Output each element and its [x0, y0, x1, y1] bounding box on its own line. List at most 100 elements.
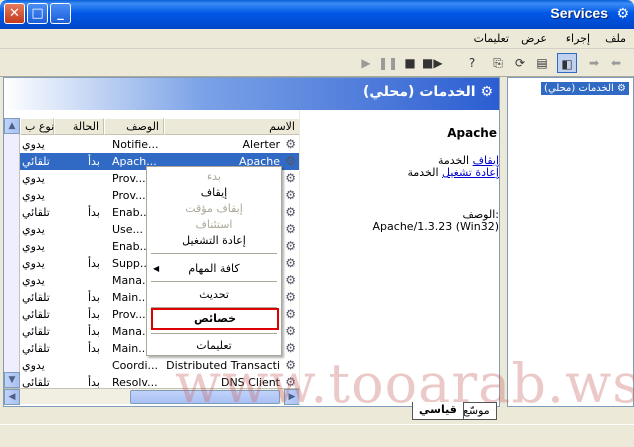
service-startup-cell: يدوي	[22, 172, 45, 185]
menu-action[interactable]: إجراء	[566, 32, 590, 45]
table-row[interactable]: ⚙ Alerter Notifie... يدوي	[4, 136, 299, 153]
close-icon: ✕	[9, 6, 20, 21]
properties-icon[interactable]: ▤	[532, 53, 552, 73]
column-name-label: الاسم	[269, 120, 295, 133]
forward-arrow-icon[interactable]: ➡	[584, 53, 604, 73]
service-gear-icon: ⚙	[285, 290, 296, 304]
service-startup-cell: تلقائي	[22, 342, 50, 355]
service-desc-cell: Supp...	[112, 257, 151, 270]
service-startup-cell: يدوي	[22, 223, 45, 236]
service-desc-cell: Prov...	[112, 172, 146, 185]
column-startup-label: نوع ب	[25, 120, 55, 133]
ctx-all-tasks[interactable]: كافة المهام ◀	[147, 261, 281, 277]
menu-file[interactable]: ملف	[605, 32, 626, 45]
service-desc-cell: Coordi...	[112, 359, 158, 372]
service-gear-icon: ⚙	[285, 222, 296, 236]
ctx-all-tasks-label: كافة المهام	[188, 262, 240, 275]
service-gear-icon: ⚙	[285, 205, 296, 219]
header-title-text: الخدمات (محلي)	[363, 84, 476, 100]
header-band: الخدمات (محلي) ⚙	[4, 78, 499, 110]
scroll-left-icon[interactable]: ◀	[4, 389, 20, 405]
gear-icon: ⚙	[617, 83, 626, 94]
ctx-start[interactable]: بدء	[147, 169, 281, 185]
column-header-status[interactable]: الحالة	[54, 118, 104, 135]
service-startup-cell: تلقائي	[22, 291, 50, 304]
service-startup-cell: تلقائي	[22, 155, 50, 168]
submenu-arrow-icon: ◀	[153, 264, 160, 273]
service-startup-cell: يدوي	[22, 189, 45, 202]
show-hide-tree-icon[interactable]: ◧	[557, 53, 577, 73]
vertical-scrollbar[interactable]: ▲ ▼	[4, 118, 20, 388]
ctx-separator	[151, 253, 277, 254]
service-gear-icon: ⚙	[285, 256, 296, 270]
column-header-startup-type[interactable]: نوع ب	[20, 118, 54, 135]
tree-item-services-local[interactable]: الخدمات (محلي) ⚙	[541, 82, 629, 95]
service-gear-icon: ⚙	[285, 171, 296, 185]
service-startup-cell: يدوي	[22, 359, 45, 372]
ctx-pause[interactable]: إيقاف مؤقت	[147, 201, 281, 217]
window-title: Services	[550, 5, 608, 21]
column-description-label: الوصف	[126, 120, 159, 133]
tree-item-label: الخدمات (محلي)	[544, 83, 614, 94]
service-status-cell: بدأ	[88, 257, 100, 270]
restart-service-icon[interactable]: ■▶	[422, 53, 443, 73]
column-header-name[interactable]: الاسم	[164, 118, 299, 135]
back-arrow-icon[interactable]: ⬅	[606, 53, 626, 73]
service-desc-cell: Main...	[112, 291, 149, 304]
service-desc-cell: Enab...	[112, 240, 151, 253]
service-status-cell: بدأ	[88, 325, 100, 338]
service-desc-cell: Enab...	[112, 206, 151, 219]
service-gear-icon: ⚙	[285, 188, 296, 202]
gear-icon: ⚙	[480, 84, 493, 100]
menu-bar: ملف إجراء عرض تعليمات	[0, 29, 634, 49]
maximize-button[interactable]: □	[27, 3, 48, 24]
description-value: Apache/1.3.23 (Win32)	[372, 220, 499, 233]
ctx-refresh[interactable]: تحديث	[147, 287, 281, 303]
scroll-down-icon[interactable]: ▼	[4, 372, 20, 388]
service-startup-cell: تلقائي	[22, 206, 50, 219]
service-gear-icon: ⚙	[285, 137, 296, 151]
service-desc-cell: Prov...	[112, 189, 146, 202]
ctx-properties[interactable]: خصائص	[153, 310, 277, 328]
service-gear-icon: ⚙	[285, 154, 296, 168]
scroll-up-icon[interactable]: ▲	[4, 118, 20, 134]
export-list-icon[interactable]: ⎘	[488, 53, 508, 73]
service-status-cell: بدأ	[88, 155, 100, 168]
menu-view[interactable]: عرض	[521, 32, 547, 45]
start-service-icon[interactable]: ▶	[356, 53, 376, 73]
ctx-resume[interactable]: استئناف	[147, 217, 281, 233]
service-status-cell: بدأ	[88, 206, 100, 219]
service-startup-cell: يدوي	[22, 274, 45, 287]
service-startup-cell: يدوي	[22, 240, 45, 253]
status-bar	[0, 424, 634, 447]
column-header-description[interactable]: الوصف	[104, 118, 164, 135]
service-gear-icon: ⚙	[285, 239, 296, 253]
ctx-separator	[151, 281, 277, 282]
close-button[interactable]: ✕	[4, 3, 25, 24]
service-status-cell: بدأ	[88, 291, 100, 304]
watermark: www.tooarab.ws	[175, 352, 634, 415]
service-desc-cell: Prov...	[112, 308, 146, 321]
refresh-icon[interactable]: ⟳	[510, 53, 530, 73]
service-status-cell: بدأ	[88, 308, 100, 321]
help-icon[interactable]: ?	[462, 53, 482, 73]
service-desc-cell: Main...	[112, 342, 149, 355]
stop-service-icon[interactable]: ■	[400, 53, 420, 73]
ctx-restart[interactable]: إعادة التشغيل	[147, 233, 281, 249]
service-gear-icon: ⚙	[285, 273, 296, 287]
minimize-icon: _	[57, 6, 64, 21]
pause-service-icon[interactable]: ❚❚	[378, 53, 398, 73]
ctx-stop[interactable]: إيقاف	[147, 185, 281, 201]
column-status-label: الحالة	[72, 120, 99, 133]
service-desc-cell: Use...	[112, 223, 144, 236]
menu-help[interactable]: تعليمات	[474, 32, 509, 45]
tab-standard[interactable]: قياسي	[412, 402, 464, 420]
restart-service-line: إعادة تشغيل الخدمة	[299, 166, 499, 179]
restart-service-suffix: الخدمة	[407, 166, 443, 179]
restart-service-link[interactable]: إعادة تشغيل	[442, 166, 499, 179]
service-gear-icon: ⚙	[285, 324, 296, 338]
service-startup-cell: تلقائي	[22, 308, 50, 321]
properties-highlight: خصائص	[151, 308, 279, 330]
ctx-separator	[151, 333, 277, 334]
minimize-button[interactable]: _	[50, 3, 71, 24]
